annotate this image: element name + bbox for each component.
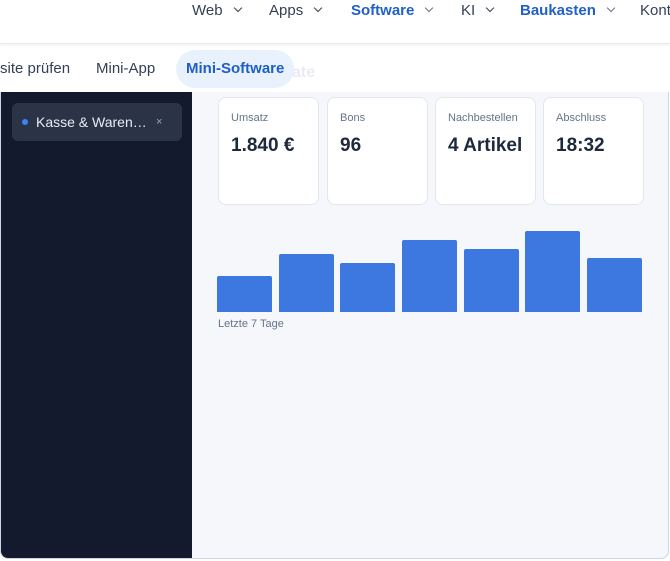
- sales-bar-chart: [217, 222, 642, 312]
- chart-caption: Letzte 7 Tage: [218, 318, 284, 330]
- chevron-down-icon: [233, 3, 242, 13]
- nav-item-label: KI: [461, 1, 476, 19]
- nav-item-web[interactable]: Web: [192, 0, 242, 20]
- app-window: Kasse & Waren… × Umsatz 1.840 € Bons 96 …: [0, 92, 669, 559]
- chart-bar: [587, 258, 642, 312]
- chart-bar: [463, 249, 519, 312]
- chevron-down-icon: [606, 3, 616, 13]
- sidebar-item-label: Kasse & Waren…: [36, 114, 147, 130]
- kpi-label: Bons: [340, 112, 366, 124]
- kpi-value: 4 Artikel: [448, 135, 523, 156]
- nav-item-label: Baukasten: [520, 1, 596, 19]
- kpi-card-abschluss: Abschluss 18:32: [543, 97, 644, 205]
- nav-item-kontakt[interactable]: Kont: [640, 0, 670, 20]
- chart-bar: [340, 263, 396, 312]
- kpi-label: Umsatz: [231, 112, 269, 124]
- kpi-value: 1.840 €: [231, 135, 295, 156]
- nav-item-ki[interactable]: KI: [461, 0, 495, 20]
- top-navigation: Web Apps Software KI Baukasten Kont: [0, 0, 670, 44]
- chevron-down-icon: [425, 3, 434, 13]
- nav-item-apps[interactable]: Apps: [269, 0, 323, 20]
- kpi-card-bons: Bons 96: [327, 97, 428, 205]
- chart-bar: [402, 240, 457, 312]
- nav-item-label: Kont: [640, 1, 670, 19]
- tab-mini-software[interactable]: Mini-Software: [176, 50, 295, 88]
- chart-bar: [217, 276, 272, 312]
- nav-item-baukasten[interactable]: Baukasten: [520, 0, 616, 20]
- kpi-label: Nachbestellen: [448, 112, 518, 124]
- section-title-faded: ate: [292, 64, 316, 81]
- kpi-card-umsatz: Umsatz 1.840 €: [218, 97, 319, 205]
- nav-item-label: Software: [351, 1, 415, 19]
- tab-mini-app[interactable]: Mini-App: [96, 50, 155, 88]
- kpi-card-nachbestellen: Nachbestellen 4 Artikel: [435, 97, 536, 205]
- close-icon[interactable]: ×: [156, 116, 162, 128]
- chevron-down-icon: [313, 3, 323, 13]
- chart-bar: [525, 231, 581, 312]
- chevron-down-icon: [485, 3, 495, 13]
- nav-item-software[interactable]: Software: [351, 0, 434, 20]
- kpi-label: Abschluss: [556, 112, 607, 124]
- main-content: Umsatz 1.840 € Bons 96 Nachbestellen 4 A…: [192, 92, 668, 558]
- kpi-value: 96: [340, 135, 362, 156]
- kpi-value: 18:32: [556, 135, 605, 156]
- sidebar-item-kasse[interactable]: Kasse & Waren… ×: [12, 103, 182, 141]
- tab-website-pruefen[interactable]: site prüfen: [0, 50, 70, 88]
- nav-item-label: Web: [192, 1, 223, 19]
- status-dot-icon: [22, 119, 28, 125]
- sidebar: Kasse & Waren… ×: [1, 92, 192, 558]
- chart-bar: [278, 254, 334, 312]
- nav-item-label: Apps: [269, 1, 304, 19]
